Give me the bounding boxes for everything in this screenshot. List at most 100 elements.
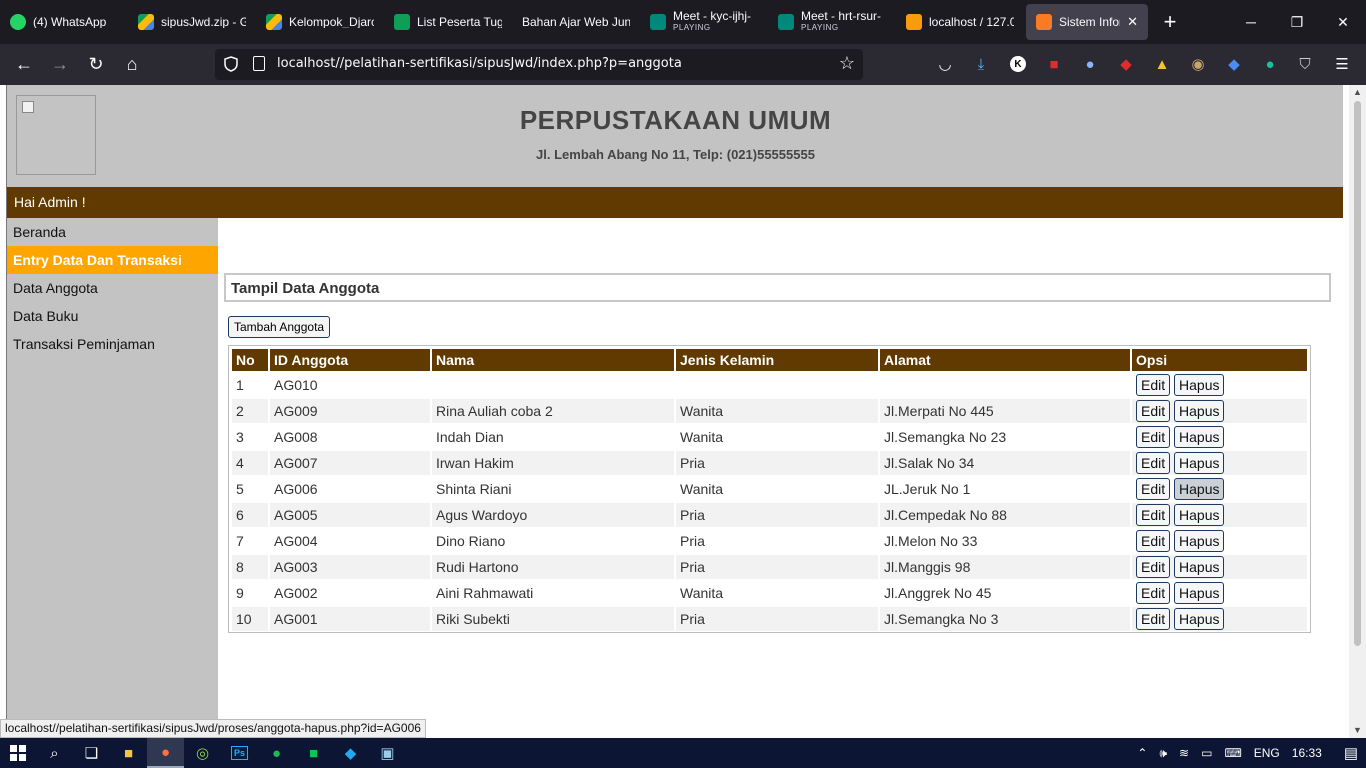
forward-button[interactable]: → (42, 49, 78, 81)
cell-id: AG006 (274, 481, 318, 497)
wifi-icon[interactable]: ≋ (1179, 746, 1189, 760)
main-content: Tampil Data Anggota Tambah Anggota No ID… (218, 218, 1343, 738)
edit-button[interactable]: Edit (1136, 452, 1171, 474)
cell-nama: Rina Auliah coba 2 (432, 399, 674, 423)
tab-sheets[interactable]: List Peserta Tug (384, 0, 512, 44)
download-icon[interactable]: ⤓ (969, 52, 993, 76)
app-window-icon[interactable]: ▣ (369, 738, 406, 768)
home-button[interactable]: ⌂ (114, 49, 150, 81)
line-icon[interactable]: ■ (295, 738, 332, 768)
tab-drive-zip[interactable]: sipusJwd.zip - G (128, 0, 256, 44)
back-button[interactable]: ← (6, 49, 42, 81)
grammarly-icon[interactable]: ● (1258, 52, 1282, 76)
extension-yellow-icon[interactable]: ▲ (1150, 52, 1174, 76)
edit-button[interactable]: Edit (1136, 478, 1171, 500)
search-icon[interactable]: ⌕ (36, 738, 73, 768)
file-explorer-icon[interactable]: ■ (110, 738, 147, 768)
edit-button[interactable]: Edit (1136, 530, 1171, 552)
sidebar-item-beranda[interactable]: Beranda (7, 218, 218, 246)
tab-bahan-ajar[interactable]: Bahan Ajar Web Jun (512, 0, 640, 44)
cell-opsi: Edit Hapus (1132, 607, 1307, 631)
firefox-icon[interactable]: ● (147, 738, 184, 768)
bookmark-star-icon[interactable]: ☆ (839, 53, 855, 74)
sidebar-item-data-buku[interactable]: Data Buku (7, 302, 218, 330)
pocket-icon[interactable]: ◡ (933, 52, 957, 76)
clock[interactable]: 16:33 (1292, 746, 1322, 760)
notifications-icon[interactable]: ▤ (1344, 744, 1358, 762)
tab-meet-2[interactable]: Meet - hrt-rsur- PLAYING (768, 0, 896, 44)
table-row: 2 AG009 Rina Auliah coba 2 Wanita Jl.Merpati… (232, 399, 1307, 423)
sidebar-item-data-anggota[interactable]: Data Anggota (7, 274, 218, 302)
edit-button[interactable]: Edit (1136, 608, 1171, 630)
address-bar[interactable]: localhost//pelatihan-sertifikasi/sipusJw… (215, 49, 863, 80)
edit-button[interactable]: Edit (1136, 504, 1171, 526)
extension-eyes-icon[interactable]: ◉ (1186, 52, 1210, 76)
delete-button[interactable]: Hapus (1174, 400, 1225, 422)
battery-icon[interactable]: ▭ (1201, 746, 1212, 760)
shield-icon (224, 56, 238, 72)
close-window-button[interactable]: ✕ (1320, 0, 1366, 44)
xbox-icon[interactable]: ◎ (184, 738, 221, 768)
scrollbar-thumb[interactable] (1354, 101, 1361, 646)
scroll-up-arrow-icon[interactable]: ▲ (1353, 87, 1362, 97)
language-indicator[interactable]: ENG (1254, 746, 1280, 760)
minimize-button[interactable]: ─ (1228, 0, 1274, 44)
column-header-id: ID Anggota (270, 349, 430, 371)
delete-button[interactable]: Hapus (1174, 426, 1225, 448)
tab-phpmyadmin[interactable]: localhost / 127.0 (896, 0, 1024, 44)
cell-nama: Dino Riano (436, 533, 506, 549)
delete-button[interactable]: Hapus (1174, 374, 1225, 396)
task-view-icon[interactable]: ❏ (73, 738, 110, 768)
tab-meet-1[interactable]: Meet - kyc-ijhj- PLAYING (640, 0, 768, 44)
vscode-icon[interactable]: ◆ (332, 738, 369, 768)
restore-button[interactable]: ❐ (1274, 0, 1320, 44)
edit-button[interactable]: Edit (1136, 374, 1171, 396)
extension-red-icon[interactable]: ◆ (1114, 52, 1138, 76)
tab-playing-label: PLAYING (673, 23, 711, 32)
delete-button[interactable]: Hapus (1174, 556, 1225, 578)
spotify-icon[interactable]: ● (258, 738, 295, 768)
delete-button[interactable]: Hapus (1174, 530, 1225, 552)
cell-no: 3 (236, 429, 244, 445)
cell-no: 6 (232, 503, 268, 527)
chevron-up-icon[interactable]: ⌃ (1137, 746, 1147, 760)
url-text[interactable]: localhost//pelatihan-sertifikasi/sipusJw… (277, 56, 682, 71)
tab-drive-kelompok[interactable]: Kelompok_Djarc (256, 0, 384, 44)
edit-button[interactable]: Edit (1136, 426, 1171, 448)
tab-title: sipusJwd.zip - G (161, 16, 246, 28)
tab-sistem-informasi[interactable]: Sistem Inform ✕ (1026, 4, 1148, 40)
close-tab-icon[interactable]: ✕ (1127, 14, 1138, 30)
cell-jenis-kelamin: Pria (676, 451, 878, 475)
photoshop-icon[interactable]: Ps (221, 738, 258, 768)
cell-jenis-kelamin: Wanita (676, 399, 878, 423)
extension-shield-icon[interactable]: ⛉ (1293, 52, 1317, 76)
menu-icon[interactable]: ☰ (1330, 52, 1354, 76)
volume-icon[interactable]: 🕪 (1159, 746, 1167, 761)
tab-whatsapp[interactable]: (4) WhatsApp (0, 0, 128, 44)
add-member-button[interactable]: Tambah Anggota (228, 316, 331, 338)
delete-button[interactable]: Hapus (1174, 608, 1225, 630)
cell-nama: Riki Subekti (432, 607, 674, 631)
extension-k-icon[interactable]: K (1006, 52, 1030, 76)
edit-button[interactable]: Edit (1136, 400, 1171, 422)
delete-button[interactable]: Hapus (1174, 478, 1225, 500)
edit-button[interactable]: Edit (1136, 556, 1171, 578)
sidebar-heading-entry: Entry Data Dan Transaksi (7, 246, 218, 274)
vertical-scrollbar[interactable]: ▲ ▼ (1349, 85, 1366, 738)
extension-avatar-icon[interactable]: ● (1078, 52, 1102, 76)
lock-extension-icon[interactable]: ■ (1042, 52, 1066, 76)
windows-start-icon[interactable] (0, 738, 36, 768)
delete-button[interactable]: Hapus (1174, 452, 1225, 474)
sidebar: Beranda Entry Data Dan Transaksi Data An… (6, 218, 218, 738)
delete-button[interactable]: Hapus (1174, 582, 1225, 604)
scroll-down-arrow-icon[interactable]: ▼ (1353, 725, 1362, 735)
keyboard-icon[interactable]: ⌨ (1224, 746, 1241, 760)
reload-button[interactable]: ↻ (78, 49, 114, 81)
column-header-no: No (232, 349, 268, 371)
extension-blue-icon[interactable]: ◆ (1222, 52, 1246, 76)
sidebar-item-transaksi[interactable]: Transaksi Peminjaman (7, 330, 218, 358)
new-tab-button[interactable]: + (1150, 0, 1190, 44)
edit-button[interactable]: Edit (1136, 582, 1171, 604)
delete-button[interactable]: Hapus (1174, 504, 1225, 526)
cell-opsi: Edit Hapus (1132, 425, 1307, 449)
